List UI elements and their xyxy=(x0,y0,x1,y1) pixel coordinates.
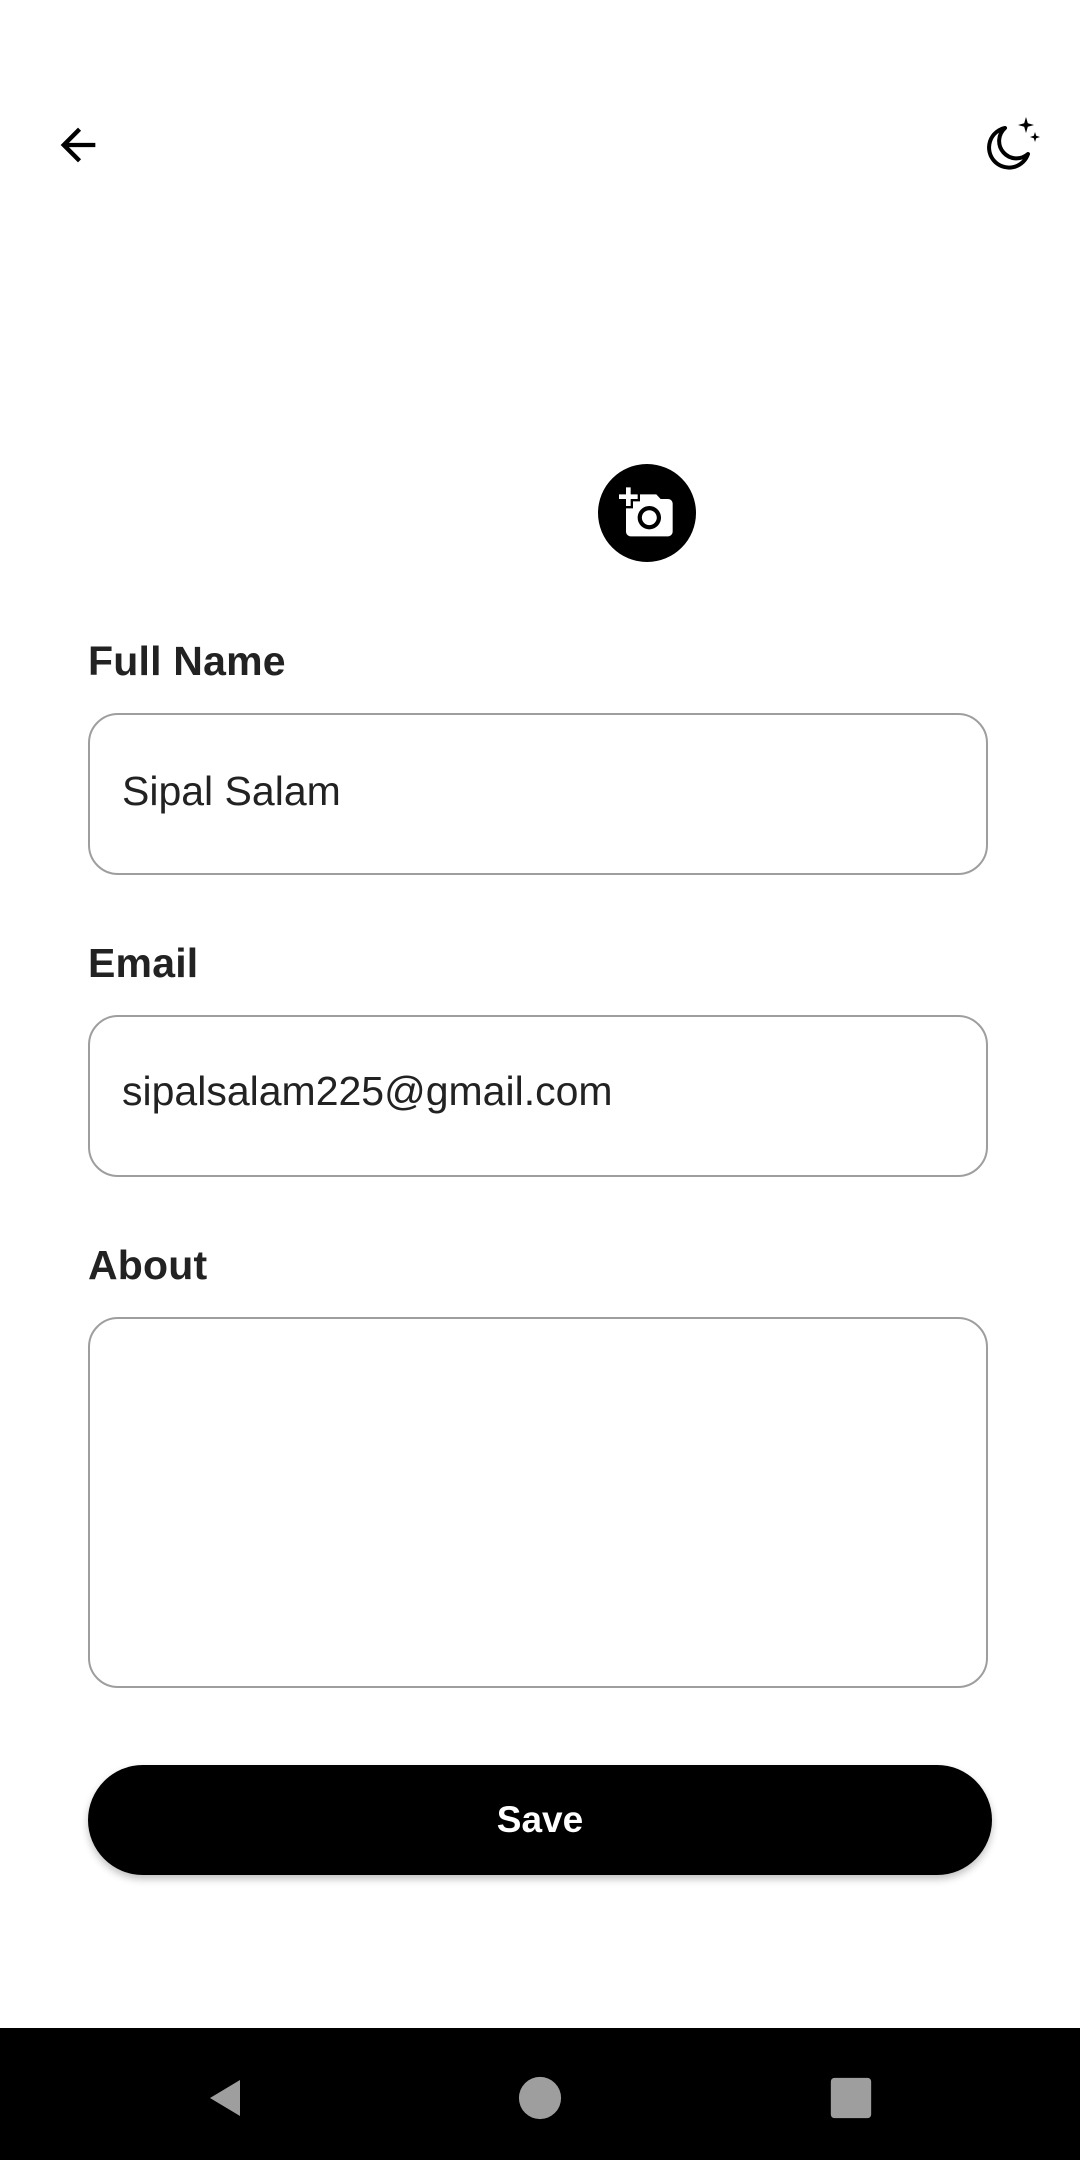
about-label: About xyxy=(88,1242,208,1288)
email-field[interactable]: sipalsalam225@gmail.com xyxy=(88,1015,988,1177)
edit-profile-screen: Full Name Sipal Salam Email sipalsalam22… xyxy=(0,0,1080,2160)
top-app-bar xyxy=(0,0,1080,290)
email-value: sipalsalam225@gmail.com xyxy=(122,1068,613,1114)
profile-photo-area xyxy=(0,450,1080,590)
back-button[interactable] xyxy=(38,105,118,185)
add-photo-button[interactable] xyxy=(598,464,696,562)
system-navigation-bar xyxy=(0,2028,1080,2160)
about-field[interactable] xyxy=(88,1317,988,1688)
full-name-value: Sipal Salam xyxy=(122,768,341,814)
save-button[interactable]: Save xyxy=(88,1765,992,1875)
arrow-left-icon xyxy=(60,127,96,163)
add-photo-camera-icon xyxy=(619,487,673,537)
circle-home-icon xyxy=(518,2076,562,2120)
square-recents-icon xyxy=(830,2077,872,2119)
triangle-back-icon xyxy=(210,2080,240,2116)
full-name-field[interactable]: Sipal Salam xyxy=(88,713,988,875)
theme-toggle-button[interactable] xyxy=(966,105,1056,185)
nav-home-button[interactable] xyxy=(500,2058,580,2138)
moon-stars-icon xyxy=(987,117,1040,170)
full-name-label: Full Name xyxy=(88,638,286,684)
email-label: Email xyxy=(88,940,199,986)
nav-recents-button[interactable] xyxy=(811,2058,891,2138)
nav-back-button[interactable] xyxy=(186,2058,266,2138)
